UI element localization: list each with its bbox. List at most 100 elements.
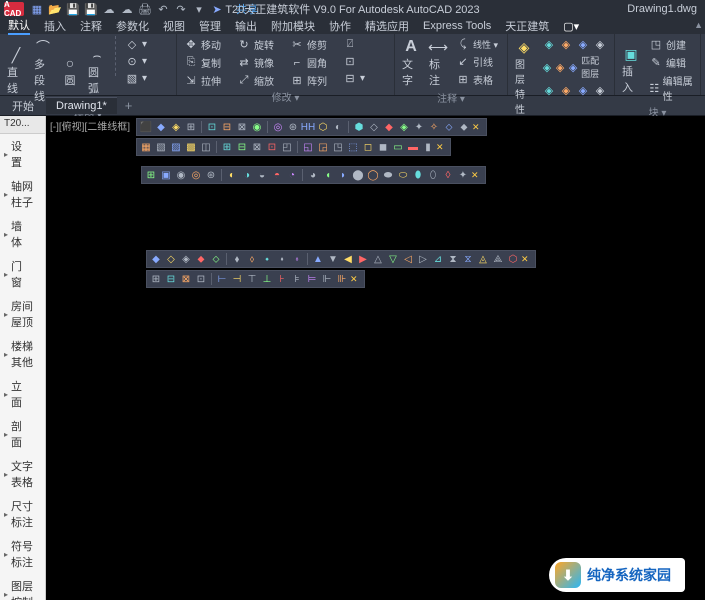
tb-icon[interactable]: ◉: [174, 168, 188, 182]
tb-icon[interactable]: ⬫: [290, 252, 304, 266]
tb-icon[interactable]: △: [371, 252, 385, 266]
sidebar-item-symbol[interactable]: 符号标注: [0, 534, 45, 574]
qat-dropdown-icon[interactable]: ▾: [192, 2, 206, 16]
tb-icon[interactable]: ⬦: [209, 252, 223, 266]
stretch-button[interactable]: ⇲拉伸: [181, 72, 231, 89]
tb-icon[interactable]: ⊠: [250, 140, 264, 154]
sidebar-item-settings[interactable]: 设 置: [0, 134, 45, 174]
circle-button[interactable]: ○圆: [58, 36, 82, 106]
menu-default[interactable]: 默认: [8, 17, 30, 35]
tb-icon[interactable]: ◈: [397, 120, 411, 134]
tb-icon[interactable]: ⊛: [204, 168, 218, 182]
tb-icon[interactable]: ⊡: [194, 272, 208, 286]
edit-button[interactable]: ✎编辑: [646, 54, 696, 71]
tb-icon[interactable]: ⊨: [305, 272, 319, 286]
menu-annotate[interactable]: 注释: [80, 18, 102, 34]
tb-icon[interactable]: ⬤: [351, 168, 365, 182]
tb-icon[interactable]: ◇: [164, 252, 178, 266]
trim-button[interactable]: ✂修剪: [287, 36, 337, 53]
tb-icon[interactable]: ⊦: [275, 272, 289, 286]
sidebar-item-layer[interactable]: 图层控制: [0, 574, 45, 600]
layer-row-3[interactable]: ◈◈◈◈: [539, 82, 610, 98]
tb-icon[interactable]: ▲: [311, 252, 325, 266]
tb-icon[interactable]: ⧗: [446, 252, 460, 266]
mod-more-2[interactable]: ⊡: [340, 53, 390, 69]
sidebar-item-dim[interactable]: 尺寸标注: [0, 494, 45, 534]
tb-icon[interactable]: ⬡: [506, 252, 520, 266]
draw-more-3[interactable]: ▧▾: [122, 70, 172, 86]
tb-icon[interactable]: ⊛: [286, 120, 300, 134]
menu-addins[interactable]: 附加模块: [271, 18, 315, 34]
tb-icon[interactable]: ◫: [199, 140, 213, 154]
tb-icon[interactable]: ⊡: [205, 120, 219, 134]
tb-icon[interactable]: ▭: [391, 140, 405, 154]
tb-close-icon[interactable]: ✕: [521, 254, 533, 265]
create-button[interactable]: ◳创建: [646, 36, 696, 53]
sidebar-item-room[interactable]: 房间屋顶: [0, 294, 45, 334]
arrow-icon[interactable]: ➤: [210, 2, 224, 16]
tb-icon[interactable]: ▬: [406, 140, 420, 154]
tb-icon[interactable]: ◆: [154, 120, 168, 134]
tb-icon[interactable]: ⬡: [316, 120, 330, 134]
sidebar-item-stair[interactable]: 楼梯其他: [0, 334, 45, 374]
sidebar-item-door[interactable]: 门 窗: [0, 254, 45, 294]
viewport-label[interactable]: [-][俯视][二维线框]: [50, 118, 130, 133]
tb-icon[interactable]: ▷: [416, 252, 430, 266]
sidebar-item-wall[interactable]: 墙 体: [0, 214, 45, 254]
copy-button[interactable]: ⎘复制: [181, 54, 231, 71]
menu-more-icon[interactable]: ▢▾: [563, 20, 579, 33]
tb-icon[interactable]: ▩: [184, 140, 198, 154]
tb-icon[interactable]: ✦: [412, 120, 426, 134]
tb-icon[interactable]: ⊣: [230, 272, 244, 286]
tb-close-icon[interactable]: ✕: [471, 170, 483, 181]
tb-icon[interactable]: ◗: [336, 168, 350, 182]
mod-more-1[interactable]: ⍁: [340, 36, 390, 52]
menu-view[interactable]: 视图: [163, 18, 185, 34]
scale-button[interactable]: ⤢缩放: [234, 72, 284, 89]
tb-icon[interactable]: ⬪: [275, 252, 289, 266]
mod-more-3[interactable]: ⊟▾: [340, 70, 390, 86]
tb-icon[interactable]: ⬥: [457, 120, 471, 134]
dim-button[interactable]: ⟷标注: [426, 36, 450, 90]
tb-icon[interactable]: ✧: [427, 120, 441, 134]
tb-icon[interactable]: ▼: [326, 252, 340, 266]
tb-icon[interactable]: ▦: [139, 140, 153, 154]
tb-icon[interactable]: ⊟: [164, 272, 178, 286]
tb-icon[interactable]: ▶: [356, 252, 370, 266]
plot-icon[interactable]: 🖨: [138, 2, 152, 16]
tb-close-icon[interactable]: ✕: [436, 142, 448, 153]
rotate-button[interactable]: ↻旋转: [234, 36, 284, 53]
tb-icon[interactable]: ◬: [476, 252, 490, 266]
menu-featured[interactable]: 精选应用: [365, 18, 409, 34]
tb-icon[interactable]: ◉: [250, 120, 264, 134]
tb-icon[interactable]: ⊤: [245, 272, 259, 286]
tb-close-icon[interactable]: ✕: [472, 122, 484, 133]
menu-output[interactable]: 输出: [235, 18, 257, 34]
tb-icon[interactable]: ◁: [401, 252, 415, 266]
sidebar-item-grid[interactable]: 轴网柱子: [0, 174, 45, 214]
tb-icon[interactable]: ⬯: [426, 168, 440, 182]
tb-icon[interactable]: ▮: [421, 140, 435, 154]
tb-icon[interactable]: ⬛: [139, 120, 153, 134]
tb-icon[interactable]: ⬧: [230, 252, 244, 266]
sidebar-item-elev[interactable]: 立 面: [0, 374, 45, 414]
menu-express[interactable]: Express Tools: [423, 20, 491, 32]
undo-icon[interactable]: ↶: [156, 2, 170, 16]
tb-icon[interactable]: ⟁: [491, 252, 505, 266]
tb-icon[interactable]: ◈: [179, 252, 193, 266]
drawing-canvas[interactable]: [-][俯视][二维线框] ⬛◆◈⊞⊡⊟⊠◉◎⊛HH⬡◐⬢◇◆◈✦✧⬦⬥✕ ▦▧…: [46, 116, 705, 600]
tb-icon[interactable]: ⬭: [396, 168, 410, 182]
table-button[interactable]: ⊞表格: [453, 71, 503, 88]
tb-icon[interactable]: ⊥: [260, 272, 274, 286]
tb-icon[interactable]: ✦: [456, 168, 470, 182]
fillet-button[interactable]: ⌐圆角: [287, 54, 337, 71]
menu-parametric[interactable]: 参数化: [116, 18, 149, 34]
tb-icon[interactable]: ⬨: [245, 252, 259, 266]
tb-icon[interactable]: ⊞: [144, 168, 158, 182]
tb-icon[interactable]: HH: [301, 120, 315, 134]
tb-icon[interactable]: ⬮: [411, 168, 425, 182]
tb-icon[interactable]: ⊢: [215, 272, 229, 286]
tb-icon[interactable]: ⊠: [235, 120, 249, 134]
tb-icon[interactable]: ⊡: [265, 140, 279, 154]
tb-icon[interactable]: ⊞: [149, 272, 163, 286]
